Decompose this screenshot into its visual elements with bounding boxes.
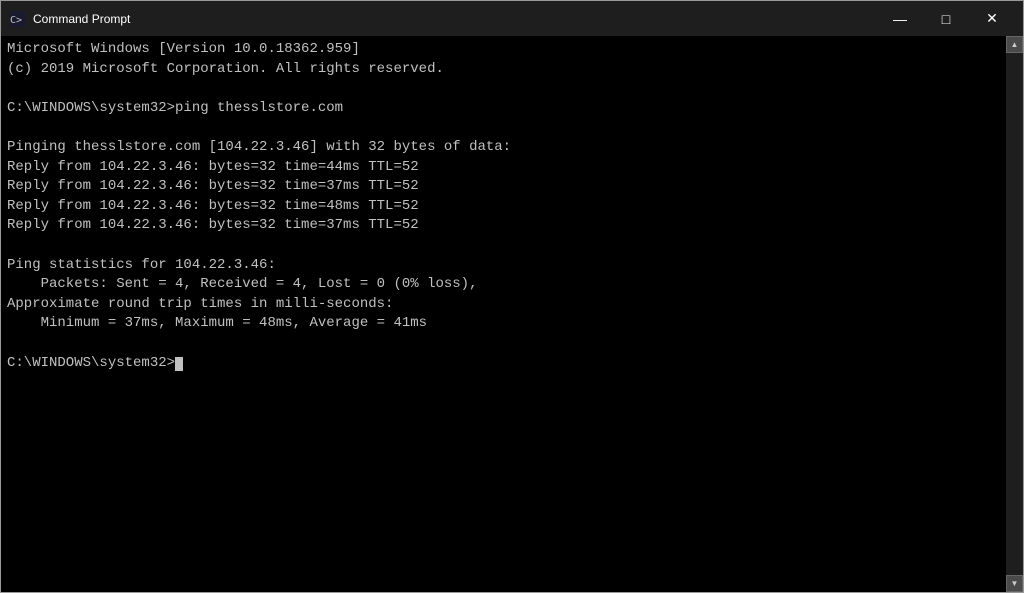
terminal-cursor — [175, 357, 183, 371]
scroll-up-button[interactable]: ▲ — [1006, 36, 1023, 53]
title-bar: C> Command Prompt — □ ✕ — [1, 1, 1023, 36]
scroll-down-button[interactable]: ▼ — [1006, 575, 1023, 592]
minimize-button[interactable]: — — [877, 1, 923, 36]
window-controls: — □ ✕ — [877, 1, 1015, 36]
svg-text:C>: C> — [10, 15, 22, 26]
scrollbar[interactable]: ▲ ▼ — [1006, 36, 1023, 592]
close-button[interactable]: ✕ — [969, 1, 1015, 36]
window-title: Command Prompt — [33, 12, 877, 26]
scrollbar-space — [1006, 53, 1023, 575]
cmd-window: C> Command Prompt — □ ✕ Microsoft Window… — [0, 0, 1024, 593]
window-body: Microsoft Windows [Version 10.0.18362.95… — [1, 36, 1023, 592]
cmd-icon: C> — [9, 11, 25, 27]
maximize-button[interactable]: □ — [923, 1, 969, 36]
terminal-output[interactable]: Microsoft Windows [Version 10.0.18362.95… — [1, 36, 1006, 592]
